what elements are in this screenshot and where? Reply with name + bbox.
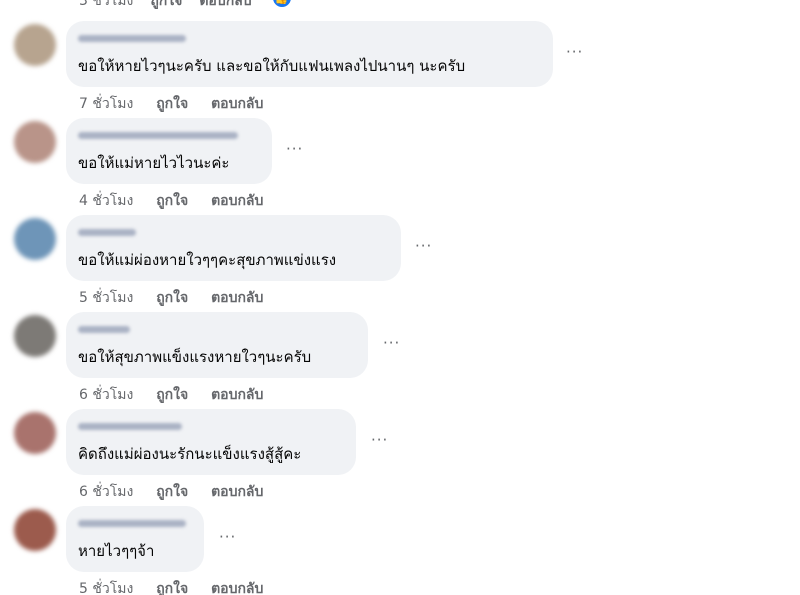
comment-actions: 4 ชั่วโมง ถูกใจ ตอบกลับ — [79, 190, 281, 212]
author-name-blurred[interactable] — [78, 514, 190, 532]
comment-actions: 5 ชั่วโมง ถูกใจ ตอบกลับ — [79, 578, 281, 595]
comment-time[interactable]: 6 ชั่วโมง — [79, 484, 133, 500]
avatar[interactable] — [14, 24, 56, 66]
comment-text: คิดถึงแม่ผ่องนะรักนะแข็งแรงสู้สู้คะ — [78, 445, 302, 463]
comment-time[interactable]: 5 ชั่วโมง — [79, 290, 133, 306]
author-name-blurred[interactable] — [78, 320, 354, 338]
comment-time[interactable]: 5 ชั่วโมง — [79, 581, 133, 595]
comment-text: ขอให้สุขภาพแข็งแรงหายใวๆนะครับ — [78, 348, 312, 366]
comment-bubble: ขอให้แม่หายไวไวนะค่ะ — [66, 118, 272, 184]
like-link[interactable]: ถูกใจ — [156, 96, 188, 112]
like-link[interactable]: ถูกใจ — [156, 484, 188, 500]
like-link[interactable]: ถูกใจ — [156, 290, 188, 306]
comment-text: หายไวๆๆจ้า — [78, 542, 155, 560]
comment-time[interactable]: 4 ชั่วโมง — [79, 193, 133, 209]
comment-bubble: หายไวๆๆจ้า — [66, 506, 204, 572]
more-options-icon[interactable]: ··· — [219, 528, 236, 546]
reply-link[interactable]: ตอบกลับ — [211, 387, 263, 403]
reply-link[interactable]: ตอบกลับ — [211, 484, 263, 500]
comment-thread: 3 ชั่วโมง ถูกใจ ตอบกลับ 👍 ขอให้หายไวๆนะค… — [0, 0, 800, 595]
more-options-icon[interactable]: ··· — [566, 43, 583, 61]
more-options-icon[interactable]: ··· — [383, 334, 400, 352]
comment-bubble: ขอให้แม่ผ่องหายใวๆๆคะสุขภาพแข่งแรง — [66, 215, 401, 281]
comment-actions: 6 ชั่วโมง ถูกใจ ตอบกลับ — [79, 384, 281, 406]
author-name-blurred[interactable] — [78, 223, 387, 241]
comment-actions: 5 ชั่วโมง ถูกใจ ตอบกลับ — [79, 287, 281, 309]
comment-bubble: ขอให้หายไวๆนะครับ และขอให้กับแฟนเพลงไปนา… — [66, 21, 553, 87]
author-name-blurred[interactable] — [78, 29, 539, 47]
reply-link[interactable]: ตอบกลับ — [199, 0, 251, 12]
reply-link[interactable]: ตอบกลับ — [211, 193, 263, 209]
avatar[interactable] — [14, 315, 56, 357]
comment-bubble: คิดถึงแม่ผ่องนะรักนะแข็งแรงสู้สู้คะ — [66, 409, 356, 475]
avatar[interactable] — [14, 218, 56, 260]
comment-time[interactable]: 7 ชั่วโมง — [79, 96, 133, 112]
like-link[interactable]: ถูกใจ — [156, 387, 188, 403]
comment-actions-partial: 3 ชั่วโมง ถูกใจ ตอบกลับ 👍 — [79, 0, 293, 11]
reply-link[interactable]: ตอบกลับ — [211, 581, 263, 595]
reply-link[interactable]: ตอบกลับ — [211, 290, 263, 306]
avatar[interactable] — [14, 509, 56, 551]
like-link[interactable]: ถูกใจ — [156, 581, 188, 595]
comment-time[interactable]: 3 ชั่วโมง — [79, 0, 133, 12]
comment-actions: 6 ชั่วโมง ถูกใจ ตอบกลับ — [79, 481, 281, 503]
comment-text: ขอให้หายไวๆนะครับ และขอให้กับแฟนเพลงไปนา… — [78, 57, 466, 75]
avatar[interactable] — [14, 412, 56, 454]
author-name-blurred[interactable] — [78, 126, 258, 144]
more-options-icon[interactable]: ··· — [415, 237, 432, 255]
reply-link[interactable]: ตอบกลับ — [211, 96, 263, 112]
author-name-blurred[interactable] — [78, 417, 342, 435]
more-options-icon[interactable]: ··· — [371, 431, 388, 449]
more-options-icon[interactable]: ··· — [286, 140, 303, 158]
comment-text: ขอให้แม่ผ่องหายใวๆๆคะสุขภาพแข่งแรง — [78, 251, 337, 269]
avatar[interactable] — [14, 121, 56, 163]
comment-actions: 7 ชั่วโมง ถูกใจ ตอบกลับ — [79, 93, 281, 115]
comment-bubble: ขอให้สุขภาพแข็งแรงหายใวๆนะครับ — [66, 312, 368, 378]
comment-text: ขอให้แม่หายไวไวนะค่ะ — [78, 154, 230, 172]
like-icon: 👍 — [270, 0, 293, 9]
like-link[interactable]: ถูกใจ — [156, 193, 188, 209]
like-link[interactable]: ถูกใจ — [150, 0, 182, 12]
comment-time[interactable]: 6 ชั่วโมง — [79, 387, 133, 403]
